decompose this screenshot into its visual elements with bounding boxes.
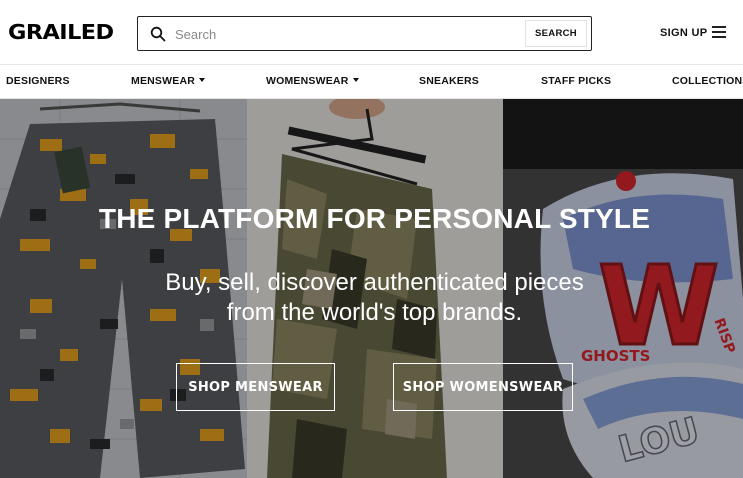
caret-down-icon (199, 78, 206, 82)
nav-item-label: SNEAKERS (419, 75, 479, 87)
nav-item-designers[interactable]: DESIGNERS (6, 75, 70, 87)
hero-title: THE PLATFORM FOR PERSONAL STYLE (98, 203, 651, 234)
nav-item-staff-picks[interactable]: STAFF PICKS (541, 75, 611, 87)
caret-down-icon (352, 78, 359, 82)
hero-subtitle-line1: Buy, sell, discover authenticated pieces (165, 269, 584, 296)
nav-item-womenswear[interactable]: WOMENSWEAR (266, 75, 359, 87)
nav-item-label: DESIGNERS (6, 75, 70, 87)
search-input[interactable] (175, 24, 555, 44)
search-icon (150, 26, 166, 42)
nav-item-sneakers[interactable]: SNEAKERS (419, 75, 479, 87)
search-bar[interactable]: SEARCH (137, 16, 592, 51)
hero-subtitle-line2: from the world's top brands. (226, 299, 523, 326)
category-nav: DESIGNERS MENSWEAR WOMENSWEAR SNEAKERS S… (0, 64, 743, 99)
nav-item-collections[interactable]: COLLECTIONS (672, 75, 743, 87)
hamburger-menu-icon[interactable] (712, 26, 726, 38)
nav-item-label: COLLECTIONS (672, 75, 743, 87)
site-header: GRAILED SEARCH SIGN UP (0, 0, 743, 64)
shop-womenswear-button[interactable]: SHOP WOMENSWEAR (393, 363, 573, 411)
grailed-logo[interactable]: GRAILED (8, 21, 114, 43)
shop-menswear-button[interactable]: SHOP MENSWEAR (176, 363, 335, 411)
hero-banner: W GHOSTS RISP LOU THE PLATFORM FOR PERSO… (0, 99, 743, 478)
search-button[interactable]: SEARCH (525, 20, 587, 47)
nav-item-label: WOMENSWEAR (266, 75, 349, 87)
nav-item-label: STAFF PICKS (541, 75, 612, 87)
sign-up-link[interactable]: SIGN UP (660, 27, 707, 39)
nav-item-menswear[interactable]: MENSWEAR (131, 75, 206, 87)
nav-item-label: MENSWEAR (131, 75, 196, 87)
